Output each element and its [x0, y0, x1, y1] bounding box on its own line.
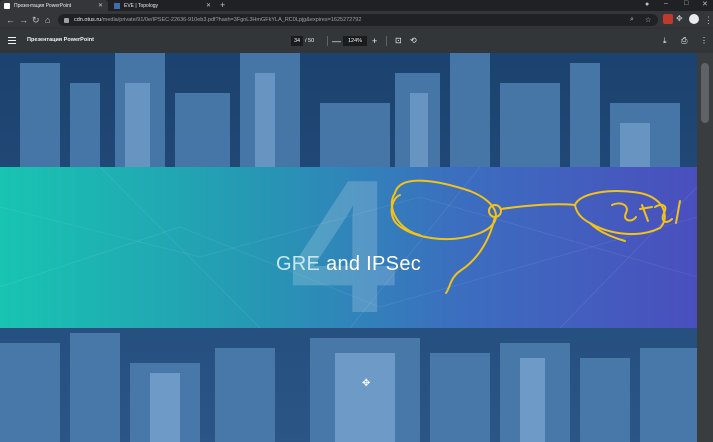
- extension-icon[interactable]: [663, 14, 673, 24]
- page-total: / 50: [305, 38, 315, 44]
- forward-icon[interactable]: →: [19, 14, 28, 26]
- lock-icon: [64, 17, 69, 23]
- pdf-toolbar: Презентация PowerPoint 34 / 50 — 124% + …: [0, 29, 713, 53]
- print-icon[interactable]: ⎙: [681, 36, 687, 46]
- url-host: cdn.otus.ru: [74, 17, 102, 23]
- document-icon: [4, 2, 10, 9]
- pdf-viewer[interactable]: 4 GRE and IPSec ✥: [0, 53, 713, 442]
- url-path: /media/private/91/0e/IPSEC-22636-910eb3.…: [101, 17, 362, 23]
- slide-page: 4 GRE and IPSec ✥: [0, 53, 697, 442]
- close-tab-icon[interactable]: ✕: [98, 2, 103, 9]
- fit-page-icon[interactable]: ⊡: [395, 36, 402, 46]
- close-tab-icon[interactable]: ✕: [206, 2, 211, 9]
- back-icon[interactable]: ←: [6, 14, 15, 26]
- tab-title: Презентация PowerPoint: [14, 2, 72, 9]
- download-icon[interactable]: ⤓: [663, 36, 667, 46]
- toolbar-divider: [327, 36, 328, 46]
- page-number-input[interactable]: 34: [291, 36, 303, 46]
- eve-favicon-icon: [114, 2, 120, 9]
- browser-menu-icon[interactable]: ⋮: [704, 14, 713, 26]
- new-tab-button[interactable]: +: [220, 0, 225, 10]
- tab-eve-topology[interactable]: EVE | Topology ✕: [110, 0, 216, 11]
- zoom-out-button[interactable]: —: [332, 35, 341, 47]
- url-input[interactable]: cdn.otus.ru /media/private/91/0e/IPSEC-2…: [58, 14, 658, 26]
- search-icon[interactable]: ⌕: [630, 16, 634, 24]
- zoom-in-button[interactable]: +: [372, 35, 377, 47]
- menu-icon[interactable]: [8, 37, 16, 44]
- mouse-cursor-icon: ✥: [362, 378, 371, 389]
- tab-presentation[interactable]: Презентация PowerPoint ✕: [0, 0, 108, 11]
- scrollbar[interactable]: [697, 53, 713, 442]
- scrollbar-thumb[interactable]: [701, 63, 709, 123]
- document-title: Презентация PowerPoint: [27, 37, 94, 43]
- puzzle-icon[interactable]: ✥: [676, 14, 686, 24]
- hand-drawn-annotation: [390, 179, 681, 294]
- rotate-icon[interactable]: ⟲: [410, 36, 417, 46]
- toolbar-divider: [386, 36, 387, 46]
- reload-icon[interactable]: ↻: [32, 14, 40, 26]
- star-icon[interactable]: ☆: [645, 16, 651, 24]
- browser-tab-bar: Презентация PowerPoint ✕ EVE | Topology …: [0, 0, 713, 11]
- profile-dot-icon[interactable]: ●: [645, 1, 649, 8]
- close-window-icon[interactable]: ✕: [702, 0, 708, 8]
- more-icon[interactable]: ⋮: [700, 36, 708, 46]
- tab-title: EVE | Topology: [124, 2, 159, 9]
- zoom-input[interactable]: 124%: [343, 36, 367, 46]
- minimize-icon[interactable]: –: [664, 0, 668, 7]
- home-icon[interactable]: ⌂: [45, 14, 50, 26]
- address-bar-row: ← → ↻ ⌂ cdn.otus.ru /media/private/91/0e…: [0, 11, 713, 29]
- maximize-icon[interactable]: □: [684, 0, 688, 7]
- avatar[interactable]: [689, 14, 699, 24]
